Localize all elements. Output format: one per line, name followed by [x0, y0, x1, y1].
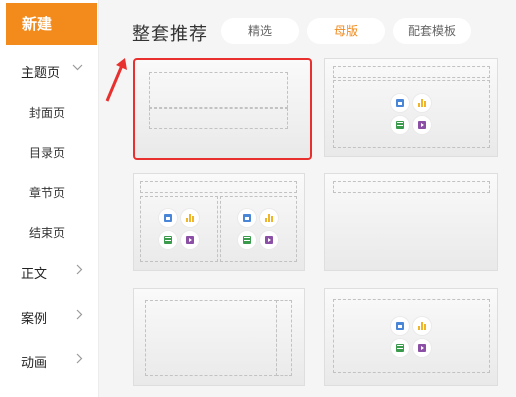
template-card-4[interactable]: [324, 173, 498, 271]
sidebar-section-label: 正文: [21, 267, 48, 282]
bar-chart-icon: [413, 317, 431, 335]
chevron-right-icon: [76, 264, 83, 278]
template-card-3[interactable]: [133, 173, 305, 271]
sidebar-item-label: 封面页: [29, 106, 66, 120]
chevron-right-icon: [76, 309, 83, 323]
sidebar-item-toc-page[interactable]: 目录页: [0, 144, 97, 160]
placeholder-title: [149, 72, 288, 108]
video-icon: [260, 231, 278, 249]
sidebar-item-cover-page[interactable]: 封面页: [0, 104, 97, 120]
new-button[interactable]: 新建: [6, 3, 97, 45]
chevron-right-icon: [76, 353, 83, 367]
placeholder-icon-group: [391, 317, 431, 357]
image-icon: [238, 209, 256, 227]
template-card-5[interactable]: [133, 288, 305, 386]
sidebar-item-label: 章节页: [29, 186, 66, 200]
video-icon: [181, 231, 199, 249]
bar-chart-icon: [413, 94, 431, 112]
video-icon: [413, 116, 431, 134]
placeholder-subtitle: [149, 108, 288, 129]
image-icon: [391, 94, 409, 112]
sidebar-item-end-page[interactable]: 结束页: [0, 224, 97, 240]
image-icon: [159, 209, 177, 227]
sidebar-item-chapter-page[interactable]: 章节页: [0, 184, 97, 200]
chevron-down-icon: [72, 63, 83, 74]
video-icon: [413, 339, 431, 357]
placeholder-title: [140, 181, 297, 193]
sidebar-section-body[interactable]: 正文: [0, 263, 97, 282]
placeholder-title: [333, 181, 490, 193]
sidebar-section-label: 动画: [21, 356, 48, 371]
sidebar-item-label: 目录页: [29, 146, 66, 160]
sidebar-section-label: 主题页: [21, 66, 61, 81]
placeholder-title: [333, 66, 490, 78]
placeholder-content-main: [145, 300, 277, 376]
placeholder-icon-group: [159, 209, 199, 249]
template-card-2[interactable]: [324, 58, 498, 157]
placeholder-icon-group: [391, 94, 431, 134]
page-title: 整套推荐: [132, 24, 208, 45]
image-icon: [391, 317, 409, 335]
sidebar-section-animation[interactable]: 动画: [0, 352, 97, 371]
table-icon: [391, 116, 409, 134]
tab-master[interactable]: 母版: [307, 18, 385, 44]
sidebar-item-label: 结束页: [29, 226, 66, 240]
tab-matching-templates[interactable]: 配套模板: [393, 18, 471, 44]
table-icon: [238, 231, 256, 249]
arrow-annotation-icon: [105, 58, 127, 102]
table-icon: [159, 231, 177, 249]
sidebar-section-label: 案例: [21, 312, 48, 327]
placeholder-icon-group: [238, 209, 278, 249]
table-icon: [391, 339, 409, 357]
template-card-1[interactable]: [133, 58, 312, 160]
template-card-6[interactable]: [324, 288, 498, 386]
tab-featured[interactable]: 精选: [221, 18, 299, 44]
sidebar-section-cases[interactable]: 案例: [0, 308, 97, 327]
bar-chart-icon: [181, 209, 199, 227]
bar-chart-icon: [260, 209, 278, 227]
sidebar: 新建 主题页 封面页 目录页 章节页 结束页 正文 案例 动画: [0, 0, 99, 397]
sidebar-section-theme-pages[interactable]: 主题页: [0, 62, 97, 81]
placeholder-content-side: [276, 300, 292, 376]
